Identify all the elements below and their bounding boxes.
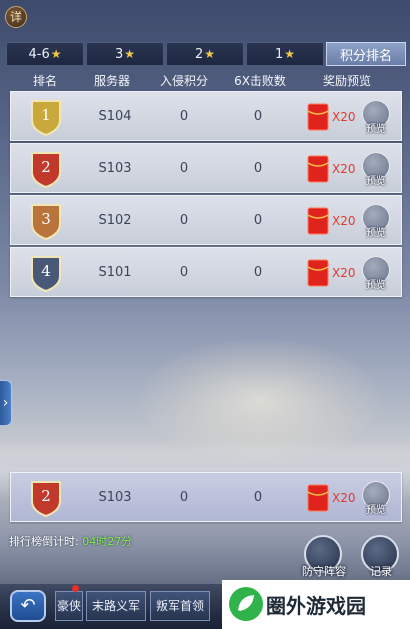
defeat-count: 0 [253, 265, 263, 280]
bottom-tab-rebel-leader[interactable]: 叛军首领 [150, 591, 210, 621]
star-tabs: 4-6 ★ 3 ★ 2 ★ 1 ★ 积分排名 [6, 42, 406, 66]
tab-1-star[interactable]: 1 ★ [246, 42, 324, 66]
header-defeats: 6X击败数 [234, 74, 286, 88]
bottom-tab-rebel-army[interactable]: 末路义军 [86, 591, 146, 621]
preview-label: 预览 [366, 505, 386, 516]
rank-number: 2 [41, 158, 51, 176]
rank-badge: 1 [29, 98, 63, 136]
preview-label: 预览 [366, 124, 386, 135]
table-row: 2 S103 0 0 X20 预览 [10, 143, 402, 193]
star-icon: ★ [284, 47, 296, 61]
rank-number: 4 [41, 262, 51, 280]
reward-count: X20 [332, 110, 356, 124]
server-name: S104 [98, 109, 132, 124]
rank-badge: 3 [29, 202, 63, 240]
preview-label: 预览 [366, 280, 386, 291]
rank-number: 1 [41, 106, 51, 124]
star-icon: ★ [124, 47, 136, 61]
tab-score-ranking[interactable]: 积分排名 [326, 42, 406, 66]
tab-label: 3 [114, 46, 124, 62]
reward-count: X20 [332, 214, 356, 228]
table-header: 排名 服务器 入侵积分 6X击败数 奖励预览 [8, 72, 402, 90]
preview-button[interactable]: 预览 [361, 152, 391, 187]
preview-button[interactable]: 预览 [361, 204, 391, 239]
defeat-count: 0 [253, 213, 263, 228]
star-icon: ★ [204, 47, 216, 61]
tab-label: 积分排名 [339, 48, 392, 64]
notification-dot [72, 585, 79, 592]
header-reward: 奖励预览 [322, 74, 372, 88]
header-rank: 排名 [32, 74, 58, 88]
tab-4-6-star[interactable]: 4-6 ★ [6, 42, 84, 66]
preview-button[interactable]: 预览 [361, 481, 391, 516]
rank-number: 3 [41, 210, 51, 228]
back-button[interactable]: ↶ [10, 590, 46, 622]
tab-3-star[interactable]: 3 ★ [86, 42, 164, 66]
invasion-score: 0 [179, 109, 189, 124]
rank-badge: 2 [29, 479, 63, 517]
records-label: 记录 [370, 565, 392, 578]
server-name: S101 [98, 265, 132, 280]
header-server: 服务器 [93, 74, 131, 88]
invasion-score: 0 [179, 161, 189, 176]
detail-button[interactable]: 详 [5, 6, 27, 28]
table-row: 1 S104 0 0 X20 预览 [10, 91, 402, 141]
my-server-row: 2 S103 0 0 X20 预览 [10, 472, 402, 522]
header-invasion-score: 入侵积分 [159, 74, 209, 88]
table-row: 4 S101 0 0 X20 预览 [10, 247, 402, 297]
red-envelope-icon [307, 103, 329, 131]
rank-number: 2 [41, 487, 51, 505]
server-name: S103 [98, 490, 132, 505]
red-envelope-icon [307, 155, 329, 183]
expand-side-arrow-icon[interactable]: › [0, 380, 12, 426]
rank-badge: 2 [29, 150, 63, 188]
preview-label: 预览 [366, 228, 386, 239]
server-name: S102 [98, 213, 132, 228]
red-envelope-icon [307, 484, 329, 512]
star-icon: ★ [50, 47, 62, 61]
preview-button[interactable]: 预览 [361, 100, 391, 135]
tab-2-star[interactable]: 2 ★ [166, 42, 244, 66]
invasion-score: 0 [179, 213, 189, 228]
bottom-tab-hero[interactable]: 豪侠 [55, 591, 83, 621]
reward-count: X20 [332, 266, 356, 280]
ranking-countdown: 排行榜倒计时: 04时27分 [9, 533, 132, 549]
watermark: 圈外游戏园 [222, 580, 410, 629]
invasion-score: 0 [179, 265, 189, 280]
red-envelope-icon [307, 259, 329, 287]
defeat-count: 0 [253, 109, 263, 124]
defeat-count: 0 [253, 490, 263, 505]
reward-count: X20 [332, 491, 356, 505]
preview-label: 预览 [366, 176, 386, 187]
defeat-count: 0 [253, 161, 263, 176]
leaf-logo-icon [229, 587, 263, 621]
countdown-label: 排行榜倒计时: [9, 535, 83, 548]
tab-label: 1 [274, 46, 284, 62]
defense-lineup-label: 防守阵容 [302, 565, 346, 578]
countdown-time: 04时27分 [82, 535, 133, 548]
preview-button[interactable]: 预览 [361, 256, 391, 291]
tab-label: 2 [194, 46, 204, 62]
server-name: S103 [98, 161, 132, 176]
tab-label: 4-6 [28, 46, 50, 62]
reward-count: X20 [332, 162, 356, 176]
table-row: 3 S102 0 0 X20 预览 [10, 195, 402, 245]
watermark-text: 圈外游戏园 [266, 594, 366, 618]
invasion-score: 0 [179, 490, 189, 505]
rank-badge: 4 [29, 254, 63, 292]
back-arrow-icon: ↶ [20, 595, 36, 616]
red-envelope-icon [307, 207, 329, 235]
